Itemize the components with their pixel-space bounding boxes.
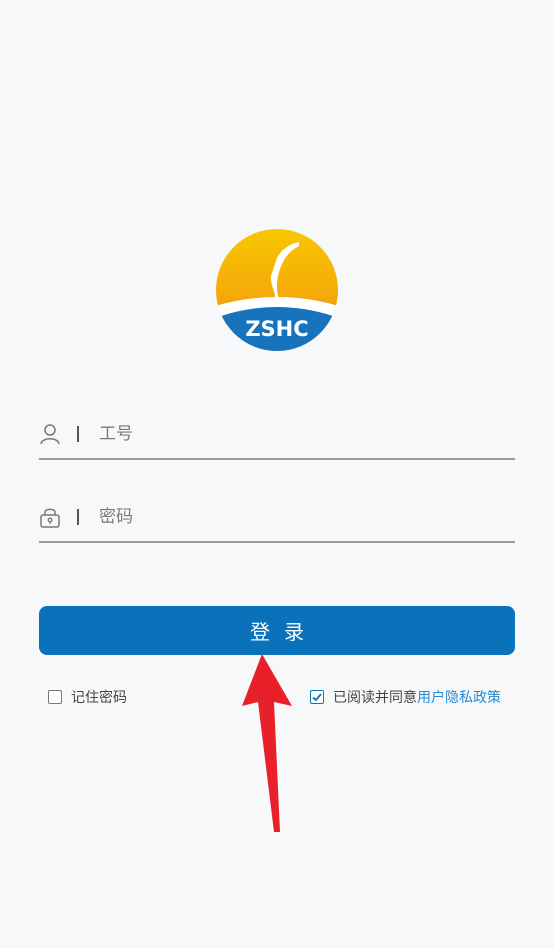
field-separator xyxy=(77,509,79,525)
agree-policy-option[interactable]: 已阅读并同意 用户隐私政策 xyxy=(310,687,501,707)
agree-policy-checkbox[interactable] xyxy=(310,690,324,704)
employee-id-field[interactable] xyxy=(39,410,515,460)
remember-password-checkbox[interactable] xyxy=(48,690,62,704)
lock-icon xyxy=(39,506,61,528)
red-arrow-annotation xyxy=(242,654,292,832)
employee-id-input[interactable] xyxy=(99,410,515,458)
login-button[interactable]: 登录 xyxy=(39,606,515,655)
check-icon xyxy=(312,693,322,702)
privacy-policy-link[interactable]: 用户隐私政策 xyxy=(417,687,501,707)
field-separator xyxy=(77,426,79,442)
user-icon xyxy=(39,423,61,445)
password-input[interactable] xyxy=(99,493,515,541)
zshc-logo: ZSHC xyxy=(216,229,338,351)
password-field[interactable] xyxy=(39,493,515,543)
login-screen: ZSHC 登录 记住密码 xyxy=(0,0,554,948)
agree-policy-label: 已阅读并同意 xyxy=(333,690,417,706)
remember-password-label: 记住密码 xyxy=(71,690,127,706)
remember-password-option[interactable]: 记住密码 xyxy=(48,687,127,707)
logo-text: ZSHC xyxy=(245,317,308,341)
